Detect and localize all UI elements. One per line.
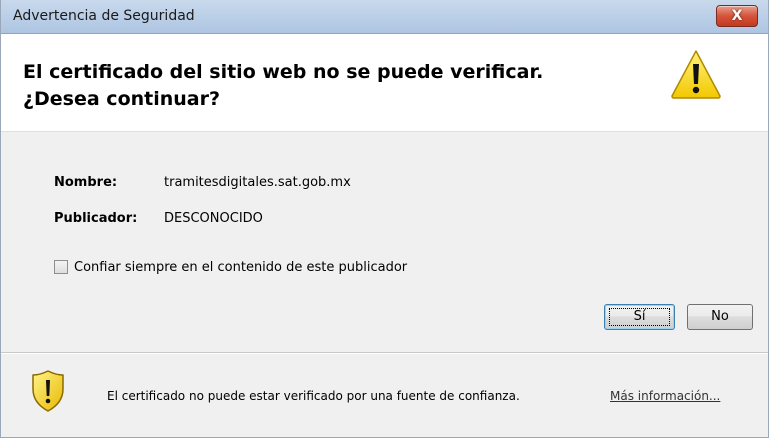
shield-warning-icon bbox=[32, 370, 64, 412]
trust-publisher-row[interactable]: Confiar siempre en el contenido de este … bbox=[54, 258, 407, 276]
trust-publisher-label[interactable]: Confiar siempre en el contenido de este … bbox=[74, 260, 407, 275]
main-message: El certificado del sitio web no se puede… bbox=[23, 59, 663, 113]
publisher-label: Publicador: bbox=[54, 211, 138, 226]
trust-label-part2: ar siempre en el contenido de este publi… bbox=[107, 259, 408, 275]
close-icon: X bbox=[731, 8, 743, 24]
footer-divider-highlight bbox=[1, 353, 768, 354]
footer-message: El certificado no puede estar verificado… bbox=[107, 389, 520, 403]
more-info-label: ás información... bbox=[620, 389, 721, 403]
name-value: tramitesdigitales.sat.gob.mx bbox=[164, 175, 351, 190]
publisher-value: DESCONOCIDO bbox=[164, 211, 263, 226]
yes-button[interactable]: Sí bbox=[604, 304, 675, 330]
no-button-label: No bbox=[711, 309, 729, 324]
name-label: Nombre: bbox=[54, 175, 118, 190]
yes-button-label: Sí bbox=[633, 309, 646, 324]
header-panel: El certificado del sitio web no se puede… bbox=[1, 34, 768, 132]
warning-triangle-icon bbox=[671, 50, 721, 99]
trust-publisher-checkbox[interactable] bbox=[54, 260, 68, 274]
main-message-line1: El certificado del sitio web no se puede… bbox=[23, 61, 544, 83]
more-info-accelerator: M bbox=[610, 389, 621, 403]
close-button[interactable]: X bbox=[716, 5, 758, 27]
window-title: Advertencia de Seguridad bbox=[13, 8, 195, 24]
title-bar[interactable]: Advertencia de Seguridad X bbox=[1, 0, 768, 34]
main-message-line2: ¿Desea continuar? bbox=[23, 88, 221, 110]
more-info-link[interactable]: Más información... bbox=[610, 389, 720, 403]
no-button[interactable]: No bbox=[687, 304, 753, 330]
security-warning-dialog: Advertencia de Seguridad X El certificad… bbox=[0, 0, 769, 438]
trust-label-part1: Conf bbox=[74, 259, 108, 275]
